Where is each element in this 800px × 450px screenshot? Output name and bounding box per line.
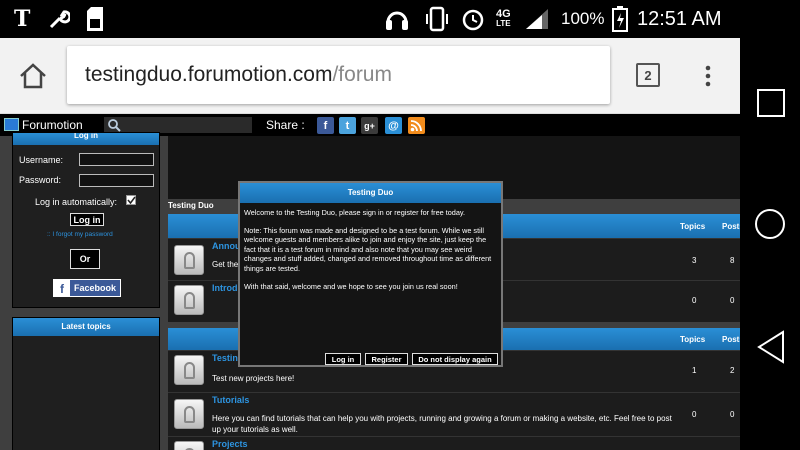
posts-column-header: Posts <box>722 222 740 231</box>
forum-description: Get the <box>212 260 239 269</box>
forum-topics-count: 0 <box>692 296 697 305</box>
dialog-welcome-text: Welcome to the Testing Duo, please sign … <box>244 208 466 217</box>
forum-posts-count: 0 <box>730 410 735 419</box>
home-icon <box>20 63 46 89</box>
username-input[interactable] <box>79 153 154 166</box>
email-share-icon[interactable]: @ <box>385 117 402 134</box>
dialog-closing-text: With that said, welcome and we hope to s… <box>244 281 458 291</box>
forum-title-link[interactable]: Projects <box>212 439 248 449</box>
facebook-icon: f <box>54 280 70 296</box>
auto-login-label: Log in automatically: <box>35 197 118 207</box>
forum-title-link[interactable]: Introd <box>212 283 238 293</box>
toolbar-search-input[interactable] <box>104 117 252 133</box>
dialog-body: Welcome to the Testing Duo, please sign … <box>244 208 499 299</box>
forum-topics-count: 1 <box>692 366 697 375</box>
rss-icon[interactable] <box>408 117 425 134</box>
url-host: testingduo.forumotion.com <box>85 63 333 86</box>
username-label: Username: <box>19 155 64 165</box>
navigation-bar <box>740 0 800 450</box>
login-panel: Log in Username: Password: Log in automa… <box>12 132 160 308</box>
status-clock: 12:51 AM <box>637 7 722 30</box>
forgot-password-link[interactable]: :: I forgot my password <box>47 231 113 238</box>
forumotion-link[interactable]: Forumotion <box>22 118 83 132</box>
checkmark-icon <box>127 196 136 205</box>
forum-description: Test new projects here! <box>212 374 295 383</box>
search-icon <box>108 119 121 132</box>
carrier-logo: T <box>14 6 31 32</box>
dialog-dismiss-button[interactable]: Do not display again <box>412 353 498 365</box>
google-plus-share-icon[interactable]: g+ <box>361 117 378 134</box>
forum-posts-count: 2 <box>730 366 735 375</box>
dialog-title: Testing Duo <box>240 183 501 203</box>
welcome-dialog: Testing Duo Welcome to the Testing Duo, … <box>238 181 503 367</box>
home-button[interactable] <box>18 62 48 90</box>
network-type-indicator: 4G LTE <box>496 8 511 29</box>
or-separator: Or <box>70 249 100 269</box>
headphones-icon <box>384 0 410 38</box>
square-icon <box>757 89 785 117</box>
twitter-share-icon[interactable]: t <box>339 117 356 134</box>
forum-title-link[interactable]: Annou <box>212 241 241 251</box>
password-input[interactable] <box>79 174 154 187</box>
dialog-note-text: Note: This forum was made and designed t… <box>244 225 492 273</box>
facebook-share-icon[interactable]: f <box>317 117 334 134</box>
facebook-button-label: Facebook <box>74 283 117 293</box>
forum-title-link[interactable]: Testin <box>212 353 238 363</box>
topics-column-header: Topics <box>680 335 706 344</box>
forum-status-icon <box>174 441 204 450</box>
forum-posts-count: 8 <box>730 256 735 265</box>
auto-login-checkbox[interactable] <box>126 195 136 205</box>
recent-apps-button[interactable] <box>756 88 786 118</box>
dialog-login-button[interactable]: Log in <box>325 353 361 365</box>
share-label: Share : <box>266 118 305 132</box>
forumotion-logo-icon <box>4 118 19 131</box>
forum-status-icon <box>174 245 204 275</box>
home-nav-button[interactable] <box>754 208 786 240</box>
login-button[interactable]: Log in <box>70 213 104 226</box>
alarm-clock-icon <box>460 0 486 38</box>
web-page: Forumotion Share : f t g+ @ Log in Usern… <box>0 114 740 450</box>
latest-topics-header: Latest topics <box>13 318 159 336</box>
forum-status-icon <box>174 285 204 315</box>
back-button[interactable] <box>756 330 786 364</box>
device-screen: T 4G LTE 100% 12:51 AM testingduo.forumo… <box>0 0 800 450</box>
more-vert-icon <box>705 65 711 87</box>
overflow-menu-button[interactable] <box>700 64 716 88</box>
facebook-login-button[interactable]: f Facebook <box>53 279 121 297</box>
battery-charging-icon <box>612 0 628 38</box>
url-path: /forum <box>332 63 392 86</box>
forum-row: Projects <box>168 436 740 450</box>
url-bar[interactable]: testingduo.forumotion.com/forum <box>67 46 610 104</box>
signal-strength-icon <box>524 0 550 38</box>
battery-percentage: 100% <box>561 9 605 28</box>
forum-row: Tutorials Here you can find tutorials th… <box>168 392 740 436</box>
topics-column-header: Topics <box>680 222 706 231</box>
dialog-register-button[interactable]: Register <box>365 353 408 365</box>
forum-title-link[interactable]: Tutorials <box>212 395 249 405</box>
forum-topics-count: 0 <box>692 410 697 419</box>
password-label: Password: <box>19 175 62 185</box>
forum-status-icon <box>174 355 204 385</box>
login-panel-header: Log in <box>13 133 159 145</box>
vibrate-icon <box>424 0 450 38</box>
wrench-icon <box>48 0 70 38</box>
back-triangle-icon <box>757 330 784 364</box>
forum-description: Here you can find tutorials that can hel… <box>212 414 672 434</box>
forum-status-icon <box>174 399 204 429</box>
latest-topics-panel: Latest topics <box>12 317 160 450</box>
browser-toolbar: testingduo.forumotion.com/forum 2 <box>0 38 740 114</box>
status-bar: T 4G LTE 100% 12:51 AM <box>0 0 740 38</box>
circle-icon <box>755 209 785 239</box>
forum-posts-count: 0 <box>730 296 735 305</box>
tab-switcher-button[interactable]: 2 <box>636 63 660 87</box>
posts-column-header: Posts <box>722 335 740 344</box>
category-title[interactable]: Testing Duo <box>168 201 214 210</box>
sim-card-icon <box>86 0 104 38</box>
forum-topics-count: 3 <box>692 256 697 265</box>
